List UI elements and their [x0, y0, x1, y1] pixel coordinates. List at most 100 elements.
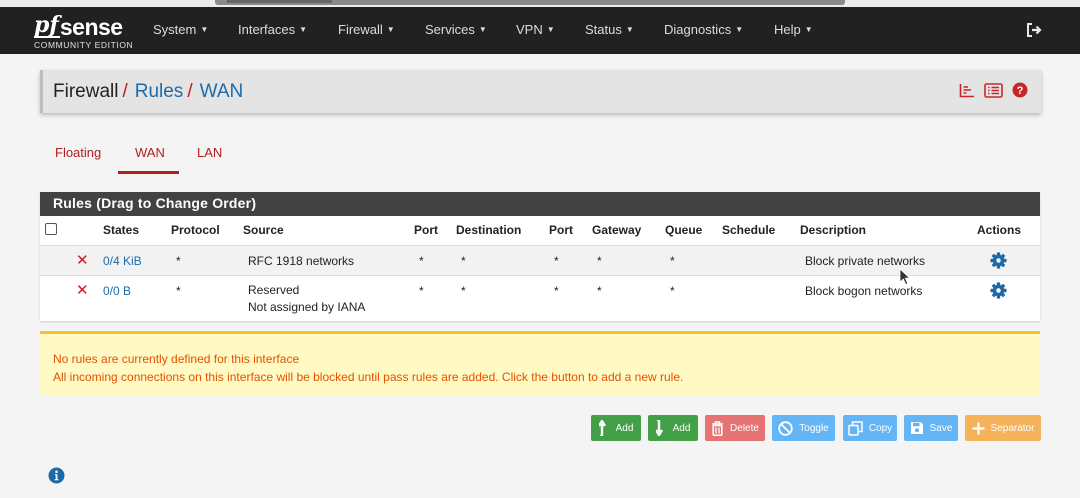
- times-icon: ✕: [76, 281, 89, 299]
- nav-status-label: Status: [585, 22, 622, 37]
- rule-destination: *: [461, 253, 466, 268]
- nav-vpn[interactable]: VPN ▼: [516, 22, 555, 37]
- breadcrumb-panel: Firewall / Rules / WAN ?: [40, 70, 1041, 113]
- table-row[interactable]: ✕ 0/4 KiB * RFC 1918 networks * * * * * …: [40, 244, 1040, 275]
- col-protocol: Protocol: [171, 223, 220, 238]
- nav-help-label: Help: [774, 22, 801, 37]
- nav-interfaces[interactable]: Interfaces ▼: [238, 22, 307, 37]
- rule-source: RFC 1918 networks: [248, 253, 355, 268]
- brand-name: sense: [59, 14, 123, 40]
- nav-help[interactable]: Help ▼: [774, 22, 813, 37]
- plus-icon: [972, 422, 985, 434]
- alert-line-2: All incoming connections on this interfa…: [53, 370, 684, 384]
- level-up-icon: [598, 420, 606, 436]
- col-description: Description: [800, 223, 867, 238]
- tab-floating[interactable]: Floating: [55, 145, 101, 173]
- rule-protocol: *: [176, 283, 181, 298]
- breadcrumb-wan[interactable]: WAN: [200, 81, 244, 102]
- trash-icon: [712, 420, 724, 436]
- brand-edition: COMMUNITY EDITION: [34, 40, 134, 50]
- delete-label: Delete: [730, 422, 759, 434]
- col-schedule: Schedule: [722, 223, 776, 238]
- rules-table: States Protocol Source Port Destination …: [40, 216, 1040, 321]
- caret-down-icon: ▼: [299, 25, 308, 34]
- rules-panel: Rules (Drag to Change Order) States Prot…: [40, 192, 1040, 321]
- save-label: Save: [929, 422, 953, 434]
- add-rule-top-button[interactable]: Add: [591, 415, 641, 441]
- col-destination: Destination: [456, 223, 522, 238]
- nav-system-label: System: [153, 22, 197, 37]
- toggle-button[interactable]: Toggle: [772, 415, 835, 441]
- col-source-port: Port: [414, 223, 438, 238]
- add-top-label: Add: [615, 422, 634, 434]
- rule-queue: *: [670, 253, 675, 268]
- list-icon[interactable]: [984, 82, 1003, 98]
- alert-line-1: No rules are currently defined for this …: [53, 352, 300, 366]
- caret-down-icon: ▼: [804, 25, 813, 34]
- breadcrumb-separator: /: [187, 81, 193, 102]
- brand-mark: pf: [34, 12, 60, 38]
- rule-states[interactable]: 0/4 KiB: [103, 254, 142, 268]
- nav-vpn-label: VPN: [516, 22, 543, 37]
- gear-icon[interactable]: [990, 251, 1007, 269]
- nav-firewall[interactable]: Firewall ▼: [338, 22, 395, 37]
- caret-down-icon: ▼: [478, 25, 487, 34]
- table-row[interactable]: ✕ 0/0 B * Reserved Not assigned by IANA …: [40, 274, 1040, 321]
- caret-down-icon: ▼: [625, 25, 634, 34]
- rule-description: Block private networks: [805, 253, 926, 268]
- sign-out-icon[interactable]: [1025, 21, 1043, 39]
- breadcrumb: Firewall / Rules / WAN: [53, 81, 243, 103]
- pfsense-logo[interactable]: pf sense COMMUNITY EDITION: [34, 14, 134, 50]
- breadcrumb-rules[interactable]: Rules: [135, 81, 184, 102]
- caret-down-icon: ▼: [735, 25, 744, 34]
- rule-gateway: *: [597, 283, 602, 298]
- nav-system[interactable]: System ▼: [153, 22, 208, 37]
- rule-destination: *: [461, 283, 466, 298]
- svg-text:?: ?: [1017, 85, 1024, 97]
- help-icon[interactable]: ?: [1012, 82, 1028, 98]
- copy-button[interactable]: Copy: [843, 415, 897, 441]
- breadcrumb-firewall: Firewall: [53, 81, 119, 102]
- toggle-label: Toggle: [799, 422, 829, 434]
- col-queue: Queue: [665, 223, 703, 238]
- separator-label: Separator: [990, 422, 1035, 434]
- col-source: Source: [243, 223, 284, 238]
- breadcrumb-separator: /: [122, 81, 128, 102]
- save-button[interactable]: Save: [904, 415, 958, 441]
- nav-diagnostics-label: Diagnostics: [664, 22, 732, 37]
- rule-source-detail: Not assigned by IANA: [248, 299, 366, 314]
- rule-source-port: *: [419, 283, 424, 298]
- rule-states[interactable]: 0/0 B: [103, 284, 131, 298]
- select-all-checkbox[interactable]: [45, 223, 57, 236]
- tab-wan[interactable]: WAN: [118, 140, 179, 174]
- clone-icon: [848, 420, 863, 436]
- bar-chart-icon[interactable]: [959, 83, 975, 98]
- nav-services-label: Services: [425, 22, 475, 37]
- info-icon[interactable]: [48, 467, 65, 484]
- top-navbar: pf sense COMMUNITY EDITION System ▼ Interf…: [0, 7, 1080, 54]
- nav-interfaces-label: Interfaces: [238, 22, 296, 37]
- nav-services[interactable]: Services ▼: [425, 22, 487, 37]
- nav-firewall-label: Firewall: [338, 22, 383, 37]
- nav-status[interactable]: Status ▼: [585, 22, 634, 37]
- nav-diagnostics[interactable]: Diagnostics ▼: [664, 22, 743, 37]
- level-down-icon: [655, 420, 663, 436]
- gear-icon[interactable]: [990, 281, 1007, 299]
- col-destination-port: Port: [549, 223, 573, 238]
- caret-down-icon: ▼: [386, 25, 395, 34]
- rules-panel-title: Rules (Drag to Change Order): [40, 192, 1040, 216]
- delete-button[interactable]: Delete: [705, 415, 765, 441]
- rule-protocol: *: [176, 253, 181, 268]
- browser-tab-strip: [215, 0, 845, 5]
- add-rule-bottom-button[interactable]: Add: [648, 415, 698, 441]
- separator-button[interactable]: Separator: [965, 415, 1041, 441]
- save-icon: [910, 422, 923, 434]
- caret-down-icon: ▼: [546, 25, 555, 34]
- rule-queue: *: [670, 283, 675, 298]
- tab-lan[interactable]: LAN: [197, 145, 222, 173]
- rule-gateway: *: [597, 253, 602, 268]
- rule-destination-port: *: [554, 253, 559, 268]
- ban-icon: [778, 420, 793, 436]
- col-actions: Actions: [977, 223, 1022, 238]
- rule-source: Reserved: [248, 282, 300, 297]
